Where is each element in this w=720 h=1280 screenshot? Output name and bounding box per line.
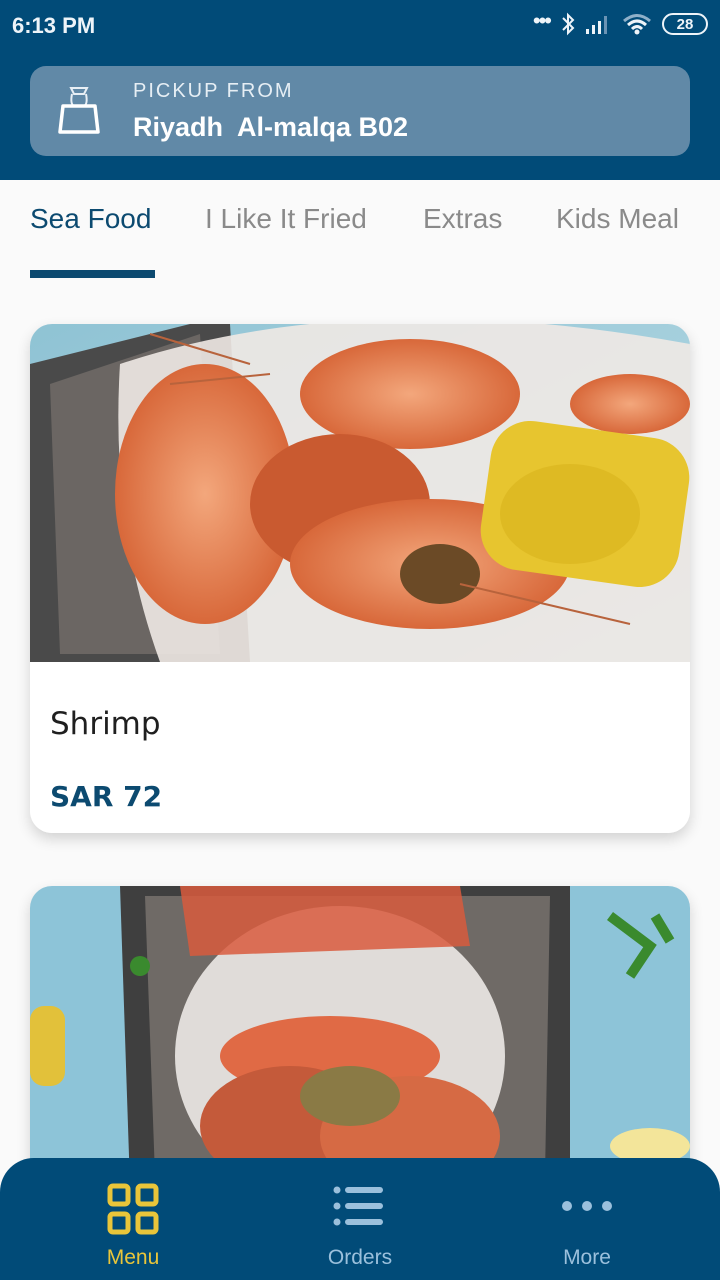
nav-menu-label: Menu <box>106 1246 160 1269</box>
status-time: 6:13 PM <box>12 13 96 38</box>
pickup-label: PICKUP FROM <box>133 80 294 102</box>
pickup-location-selector[interactable]: PICKUP FROM Riyadh Al-malqa B02 <box>30 66 690 156</box>
status-bar: 6:13 PM ••• 28 <box>0 0 720 52</box>
tab-extras[interactable]: Extras <box>423 203 502 235</box>
bottom-navigation: Menu Orders More <box>0 1158 720 1280</box>
wifi-icon <box>623 14 651 35</box>
battery-level: 28 <box>676 15 694 33</box>
menu-item-price: SAR 72 <box>50 780 163 813</box>
nav-menu[interactable]: Menu <box>13 1158 253 1280</box>
tab-sea-food[interactable]: Sea Food <box>30 203 151 235</box>
menu-item-details: Shrimp SAR 72 <box>30 662 690 833</box>
menu-item-name: Shrimp <box>50 706 161 742</box>
app-header: 6:13 PM ••• 28 PICKUP FROM Riyadh Al-mal… <box>0 0 720 180</box>
grid-icon <box>107 1183 159 1235</box>
nav-more[interactable]: More <box>467 1158 707 1280</box>
more-dots-icon: ••• <box>532 8 552 33</box>
signal-icon <box>586 16 607 34</box>
nav-orders[interactable]: Orders <box>240 1158 480 1280</box>
category-tabs: Sea Food I Like It Fried Extras Kids Mea… <box>0 180 720 280</box>
pickup-location: Riyadh Al-malqa B02 <box>133 112 409 142</box>
tab-kids-meal[interactable]: Kids Meal <box>556 203 679 235</box>
status-icons: ••• 28 <box>532 8 708 36</box>
screen: 6:13 PM ••• 28 PICKUP FROM Riyadh Al-mal… <box>0 0 720 1280</box>
shopping-bag-icon <box>58 87 100 134</box>
nav-orders-label: Orders <box>327 1246 393 1269</box>
battery-icon: 28 <box>662 13 708 35</box>
bluetooth-icon <box>562 12 575 36</box>
shrimp-boil-photo <box>30 324 690 662</box>
active-tab-indicator <box>30 270 155 278</box>
menu-item-card[interactable]: Shrimp SAR 72 <box>30 324 690 833</box>
nav-more-label: More <box>563 1246 611 1269</box>
list-icon <box>333 1186 383 1226</box>
more-horizontal-icon <box>562 1201 612 1211</box>
tab-i-like-it-fried[interactable]: I Like It Fried <box>205 203 367 235</box>
